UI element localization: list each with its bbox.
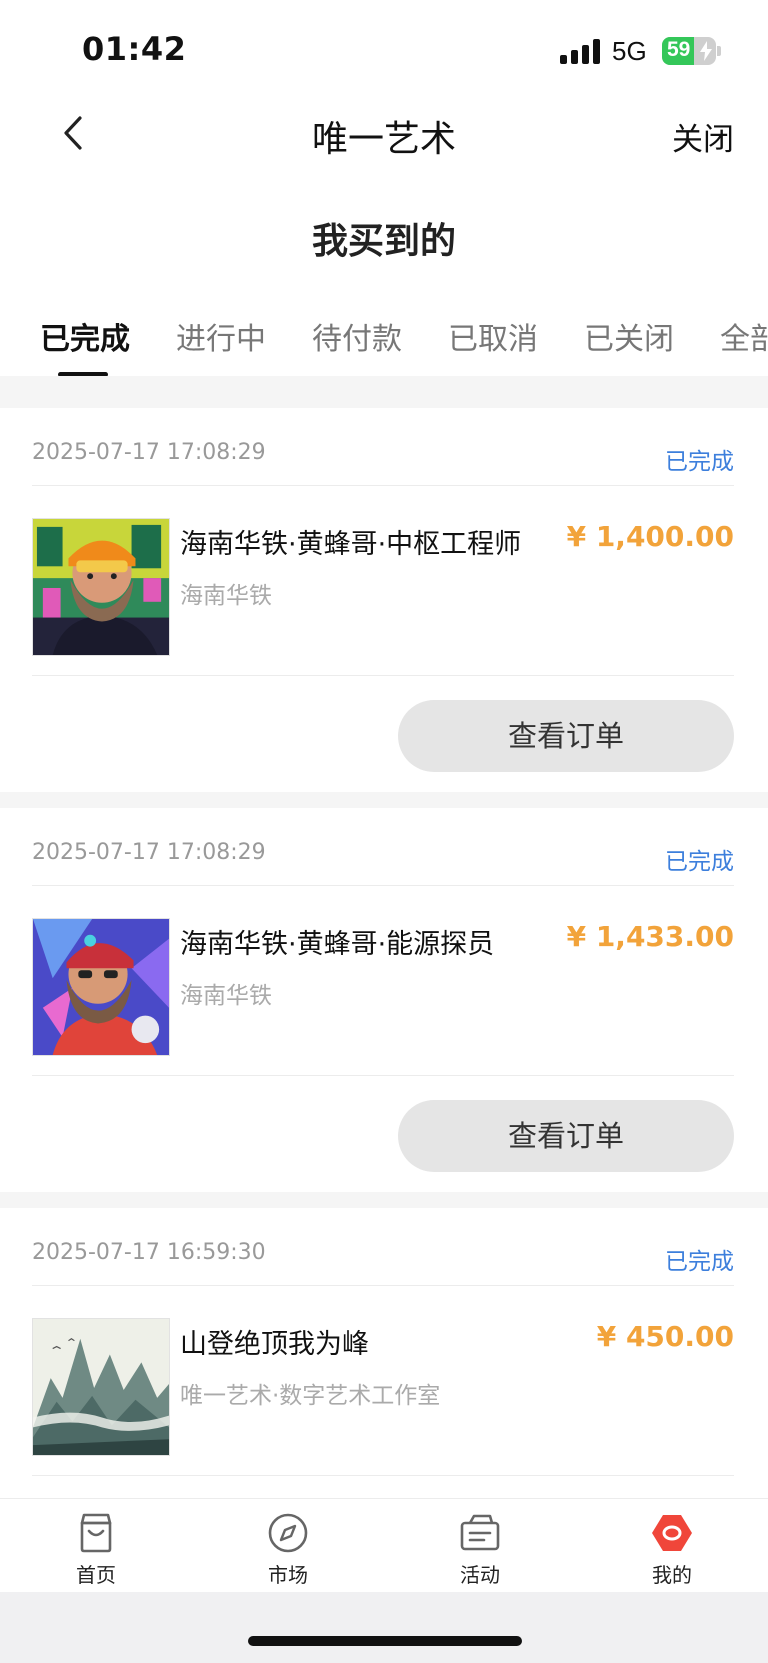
ticket-icon [460, 1514, 500, 1551]
product-shop: 海南华铁 [180, 583, 272, 609]
tab-bar-home[interactable]: 首页 [46, 1511, 146, 1588]
order-status: 已完成 [665, 449, 734, 475]
battery-level: 59 [667, 38, 691, 61]
nav-bar: 唯一艺术 关闭 [0, 100, 768, 170]
tab-pending-payment[interactable]: 待付款 [312, 314, 402, 358]
bearded-explorer-avatar [33, 919, 169, 1055]
divider [32, 1475, 734, 1476]
tab-cancelled[interactable]: 已取消 [448, 314, 538, 358]
tab-bar-mine[interactable]: 我的 [622, 1511, 722, 1588]
order-time: 2025-07-17 17:08:29 [32, 440, 266, 465]
bearded-engineer-avatar [33, 519, 169, 655]
tab-bar-label: 活动 [460, 1563, 500, 1587]
order-time: 2025-07-17 17:08:29 [32, 840, 266, 865]
view-order-button[interactable]: 查看订单 [398, 1100, 734, 1172]
profile-hexagon-icon [652, 1515, 692, 1551]
close-button[interactable]: 关闭 [672, 114, 734, 159]
product-thumbnail[interactable] [32, 518, 170, 656]
order-status: 已完成 [665, 849, 734, 875]
charging-bolt-icon [700, 41, 712, 61]
order-card: 2025-07-17 16:59:30 已完成 山登绝顶我为峰 唯一艺术·数字艺… [0, 1208, 768, 1498]
nav-title: 唯一艺术 [311, 119, 456, 160]
status-bar: 01:42 5G 59 [0, 0, 768, 100]
tab-completed[interactable]: 已完成 [40, 314, 130, 358]
product-name[interactable]: 山登绝顶我为峰 [180, 1322, 369, 1361]
product-name[interactable]: 海南华铁·黄蜂哥·能源探员 [180, 922, 494, 961]
divider [32, 485, 734, 486]
product-shop: 海南华铁 [180, 983, 272, 1009]
product-shop: 唯一艺术·数字艺术工作室 [180, 1383, 441, 1409]
divider [32, 1075, 734, 1076]
compass-icon [268, 1513, 308, 1553]
status-time: 01:42 [82, 30, 187, 68]
home-indicator[interactable] [248, 1636, 522, 1646]
tab-bar-market[interactable]: 市场 [238, 1511, 338, 1588]
tab-bar-label: 首页 [76, 1563, 116, 1587]
tab-all[interactable]: 全部 [720, 314, 768, 358]
product-price: ¥ 1,433.00 [566, 920, 734, 953]
order-status-tabs: 已完成 进行中 待付款 已取消 已关闭 全部 [0, 300, 768, 376]
signal-icon [560, 38, 602, 64]
tab-bar-activity[interactable]: 活动 [430, 1511, 530, 1588]
network-label: 5G [612, 36, 647, 66]
battery-icon: 59 [662, 37, 716, 65]
page-title: 我买到的 [311, 221, 456, 262]
product-thumbnail[interactable] [32, 1318, 170, 1456]
order-card: 2025-07-17 17:08:29 已完成 海南华铁·黄蜂哥·中枢工程师 海… [0, 408, 768, 792]
bag-icon [80, 1513, 112, 1553]
order-time: 2025-07-17 16:59:30 [32, 1240, 266, 1265]
order-card: 2025-07-17 17:08:29 已完成 海南华铁·黄蜂哥·能源探员 海南… [0, 808, 768, 1192]
product-thumbnail[interactable] [32, 918, 170, 1056]
divider [32, 1285, 734, 1286]
product-price: ¥ 1,400.00 [566, 520, 734, 553]
divider [32, 675, 734, 676]
tab-closed[interactable]: 已关闭 [584, 314, 674, 358]
product-name[interactable]: 海南华铁·黄蜂哥·中枢工程师 [180, 522, 521, 561]
product-price: ¥ 450.00 [596, 1320, 734, 1353]
home-indicator-area [0, 1592, 768, 1663]
tab-bar-label: 我的 [652, 1563, 692, 1587]
order-status: 已完成 [665, 1249, 734, 1275]
tab-in-progress[interactable]: 进行中 [176, 314, 266, 358]
bottom-tab-bar: 首页 市场 活动 我的 [0, 1498, 768, 1592]
view-order-button[interactable]: 查看订单 [398, 700, 734, 772]
tab-bar-label: 市场 [268, 1563, 308, 1587]
divider [32, 885, 734, 886]
battery-cap [717, 46, 721, 56]
mountain-landscape [33, 1319, 169, 1455]
order-list[interactable]: 2025-07-17 17:08:29 已完成 海南华铁·黄蜂哥·中枢工程师 海… [0, 376, 768, 1498]
